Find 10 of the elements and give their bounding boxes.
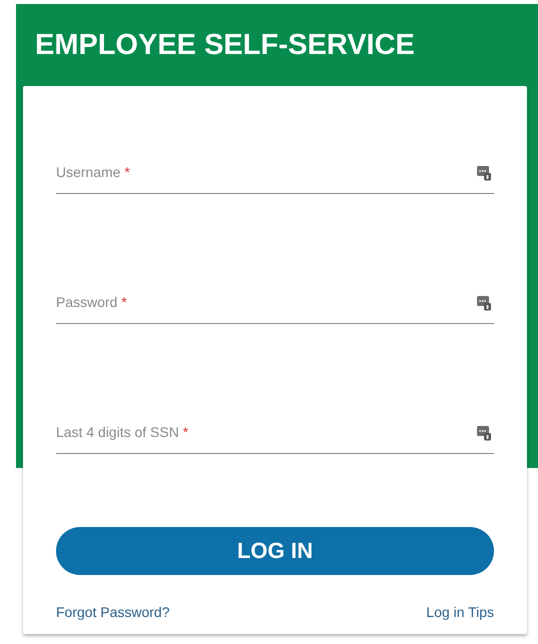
- password-manager-icon[interactable]: [476, 424, 492, 440]
- password-manager-icon[interactable]: [476, 164, 492, 180]
- link[interactable]: Log in Tips: [426, 602, 494, 622]
- link[interactable]: Forgot Password?: [56, 602, 170, 622]
- input-field[interactable]: Last 4 digits of SSN *: [56, 412, 494, 454]
- input-field[interactable]: Username *: [56, 152, 494, 194]
- password-manager-icon[interactable]: [476, 294, 492, 310]
- input-field[interactable]: Password *: [56, 282, 494, 324]
- login-button[interactable]: LOG IN: [56, 526, 494, 574]
- page-title: EMPLOYEE SELF-SERVICE: [34, 28, 416, 63]
